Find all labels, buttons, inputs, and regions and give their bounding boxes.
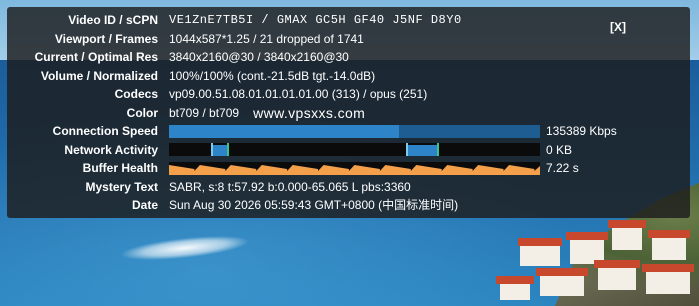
network-activity-burst-edge — [211, 143, 213, 157]
stat-label: Volume / Normalized — [40, 68, 158, 83]
stat-value-resolution: 3840x2160@30 / 3840x2160@30 — [169, 50, 349, 64]
stat-value-connection-speed: 135389 Kbps — [546, 124, 617, 138]
stat-row-video-id: Video ID / sCPN VE1ZnE7TB5I / GMAX GC5H … — [7, 11, 690, 30]
stat-row-resolution: Current / Optimal Res 3840x2160@30 / 384… — [7, 48, 690, 67]
stat-row-color: Color bt709 / bt709 www.vpsxxs.com — [7, 104, 690, 123]
stat-value-color: bt709 / bt709 — [169, 105, 240, 120]
network-activity-burst-edge — [227, 143, 229, 157]
stat-value-volume: 100%/100% (cont.-21.5dB tgt.-14.0dB) — [169, 68, 376, 83]
stat-row-codecs: Codecs vp09.00.51.08.01.01.01.01.00 (313… — [7, 85, 690, 104]
stat-value-mystery-text: SABR, s:8 t:57.92 b:0.000-65.065 L pbs:3… — [169, 179, 411, 194]
network-activity-graph — [169, 143, 540, 157]
stat-label: Current / Optimal Res — [34, 50, 158, 64]
connection-speed-graph — [169, 124, 540, 138]
buffer-health-graph — [169, 161, 540, 175]
stat-row-viewport: Viewport / Frames 1044x587*1.25 / 21 dro… — [7, 30, 690, 49]
stat-value-viewport: 1044x587*1.25 / 21 dropped of 1741 — [169, 31, 364, 46]
connection-speed-fill — [169, 124, 399, 138]
stat-label: Network Activity — [64, 142, 158, 157]
stat-label: Codecs — [114, 87, 158, 101]
network-activity-burst-edge — [437, 143, 439, 157]
stat-row-mystery-text: Mystery Text SABR, s:8 t:57.92 b:0.000-6… — [7, 178, 690, 197]
stat-label: Viewport / Frames — [54, 31, 158, 46]
buffer-health-fill — [169, 164, 540, 175]
stat-value-date: Sun Aug 30 2026 05:59:43 GMT+0800 (中国标准时… — [169, 198, 459, 212]
stat-value-buffer-health: 7.22 s — [546, 161, 579, 175]
stat-row-volume: Volume / Normalized 100%/100% (cont.-21.… — [7, 67, 690, 86]
stat-label: Mystery Text — [85, 179, 158, 194]
network-activity-burst-edge — [406, 143, 408, 157]
stat-value-video-id: VE1ZnE7TB5I / GMAX GC5H GF40 J5NF D8Y0 — [169, 13, 462, 27]
stat-row-connection-speed: Connection Speed 135389 Kbps — [7, 122, 690, 141]
stat-row-date: Date Sun Aug 30 2026 05:59:43 GMT+0800 (… — [7, 196, 690, 215]
stat-label: Color — [126, 105, 158, 120]
network-activity-burst — [211, 145, 229, 157]
stat-label: Video ID / sCPN — [68, 13, 158, 27]
stat-label: Connection Speed — [52, 124, 158, 138]
watermark-text: www.vpsxxs.com — [253, 104, 366, 121]
stat-label: Buffer Health — [82, 161, 158, 175]
network-activity-burst — [406, 145, 439, 157]
stat-row-network-activity: Network Activity 0 KB — [7, 141, 690, 160]
stat-row-buffer-health: Buffer Health 7.22 s — [7, 159, 690, 178]
stats-for-nerds-panel: [X] Video ID / sCPN VE1ZnE7TB5I / GMAX G… — [7, 7, 690, 218]
stat-value-network-activity: 0 KB — [546, 142, 573, 157]
stat-value-codecs: vp09.00.51.08.01.01.01.01.00 (313) / opu… — [169, 87, 428, 101]
stat-label: Date — [131, 198, 158, 212]
